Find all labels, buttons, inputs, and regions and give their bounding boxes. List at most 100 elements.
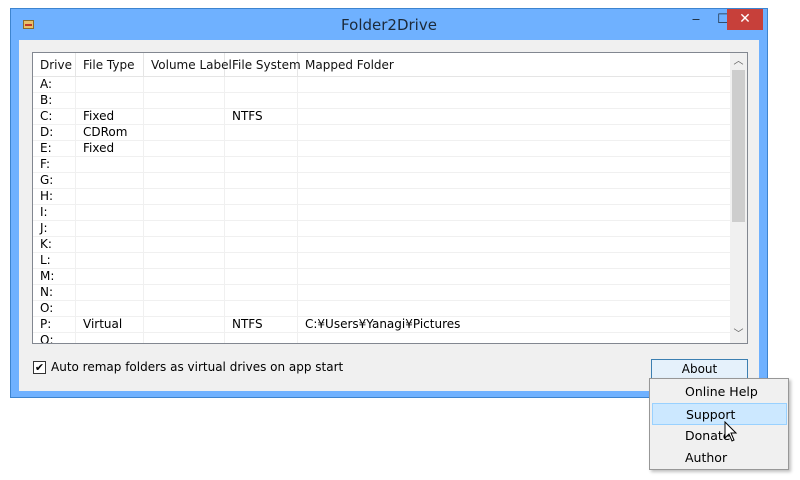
cell-mapped-folder — [298, 93, 731, 108]
cell-file-system — [225, 221, 298, 236]
cell-file-type — [76, 189, 144, 204]
cell-drive: M: — [33, 269, 76, 284]
table-row[interactable]: Q: — [33, 333, 731, 343]
menu-item-online-help[interactable]: Online Help — [652, 381, 787, 403]
cell-drive: A: — [33, 77, 76, 92]
cell-file-type — [76, 285, 144, 300]
table-row[interactable]: E: Fixed — [33, 141, 731, 157]
cell-mapped-folder — [298, 285, 731, 300]
cell-volume-label — [144, 125, 225, 140]
cell-volume-label — [144, 157, 225, 172]
table-row[interactable]: D: CDRom — [33, 125, 731, 141]
table-row[interactable]: M: — [33, 269, 731, 285]
cell-mapped-folder — [298, 221, 731, 236]
cell-file-system — [225, 285, 298, 300]
scroll-up-icon[interactable]: ︿ — [730, 53, 747, 70]
table-row[interactable]: F: — [33, 157, 731, 173]
cell-mapped-folder — [298, 205, 731, 220]
cell-file-type — [76, 269, 144, 284]
cell-mapped-folder — [298, 141, 731, 156]
vertical-scrollbar[interactable]: ︿ ﹀ — [730, 53, 747, 343]
cell-drive: F: — [33, 157, 76, 172]
cell-volume-label — [144, 205, 225, 220]
table-row[interactable]: B: — [33, 93, 731, 109]
cell-file-system — [225, 333, 298, 343]
auto-remap-label[interactable]: Auto remap folders as virtual drives on … — [51, 360, 343, 375]
table-row[interactable]: P: Virtual NTFS C:¥Users¥Yanagi¥Pictures — [33, 317, 731, 333]
cell-mapped-folder — [298, 237, 731, 252]
menu-item-donate[interactable]: Donate — [652, 425, 787, 447]
cell-file-type: Virtual — [76, 317, 144, 332]
cell-drive: E: — [33, 141, 76, 156]
cell-volume-label — [144, 237, 225, 252]
cell-file-system — [225, 301, 298, 316]
table-row[interactable]: I: — [33, 205, 731, 221]
cell-file-system — [225, 77, 298, 92]
menu-item-author[interactable]: Author — [652, 447, 787, 469]
cell-volume-label — [144, 93, 225, 108]
cell-file-system — [225, 157, 298, 172]
column-header-volume-label[interactable]: Volume Label — [144, 53, 232, 76]
cell-mapped-folder — [298, 125, 731, 140]
table-row[interactable]: G: — [33, 173, 731, 189]
window-title: Folder2Drive — [341, 16, 437, 34]
cell-volume-label — [144, 301, 225, 316]
cell-drive: B: — [33, 93, 76, 108]
auto-remap-checkbox[interactable]: ✔ — [33, 361, 46, 374]
cell-drive: N: — [33, 285, 76, 300]
cell-volume-label — [144, 269, 225, 284]
scroll-thumb[interactable] — [732, 70, 745, 222]
table-row[interactable]: O: — [33, 301, 731, 317]
cell-drive: I: — [33, 205, 76, 220]
cell-file-system — [225, 269, 298, 284]
column-header-drive[interactable]: Drive — [33, 53, 76, 76]
title-bar[interactable]: Folder2Drive ‒ ☐ ✕ — [11, 9, 767, 40]
cell-mapped-folder — [298, 173, 731, 188]
column-header-file-type[interactable]: File Type — [76, 53, 144, 76]
table-row[interactable]: A: — [33, 77, 731, 93]
cell-file-type — [76, 237, 144, 252]
cell-file-type — [76, 93, 144, 108]
table-row[interactable]: C: Fixed NTFS — [33, 109, 731, 125]
table-row[interactable]: L: — [33, 253, 731, 269]
column-header-file-system[interactable]: File System — [225, 53, 301, 76]
cell-volume-label — [144, 253, 225, 268]
cell-volume-label — [144, 221, 225, 236]
cell-drive: Q: — [33, 333, 76, 343]
mouse-pointer-icon — [724, 421, 738, 442]
table-row[interactable]: K: — [33, 237, 731, 253]
cell-file-system — [225, 93, 298, 108]
cell-file-type: CDRom — [76, 125, 144, 140]
cell-file-type — [76, 221, 144, 236]
cell-file-type — [76, 173, 144, 188]
table-row[interactable]: N: — [33, 285, 731, 301]
close-button[interactable]: ✕ — [727, 9, 763, 30]
main-window: Folder2Drive ‒ ☐ ✕ Drive File Type Volum… — [10, 8, 768, 398]
menu-item-support[interactable]: Support — [652, 403, 787, 425]
table-row[interactable]: H: — [33, 189, 731, 205]
cell-volume-label — [144, 141, 225, 156]
minimize-button[interactable]: ‒ — [682, 10, 710, 30]
cell-file-type — [76, 157, 144, 172]
cell-drive: P: — [33, 317, 76, 332]
cell-file-type — [76, 301, 144, 316]
table-row[interactable]: J: — [33, 221, 731, 237]
cell-file-type — [76, 77, 144, 92]
about-button[interactable]: About — [651, 359, 748, 379]
cell-volume-label — [144, 285, 225, 300]
cell-file-system: NTFS — [225, 109, 298, 124]
cell-file-type — [76, 333, 144, 343]
cell-drive: L: — [33, 253, 76, 268]
drive-list[interactable]: Drive File Type Volume Label File System… — [32, 52, 748, 344]
cell-drive: C: — [33, 109, 76, 124]
cell-volume-label — [144, 173, 225, 188]
client-area: Drive File Type Volume Label File System… — [19, 40, 759, 391]
column-header-mapped-folder[interactable]: Mapped Folder — [298, 53, 731, 76]
list-header: Drive File Type Volume Label File System… — [33, 53, 731, 77]
cell-mapped-folder — [298, 109, 731, 124]
cell-file-system — [225, 253, 298, 268]
cell-volume-label — [144, 333, 225, 343]
cell-mapped-folder — [298, 77, 731, 92]
cell-drive: D: — [33, 125, 76, 140]
scroll-down-icon[interactable]: ﹀ — [730, 326, 747, 343]
